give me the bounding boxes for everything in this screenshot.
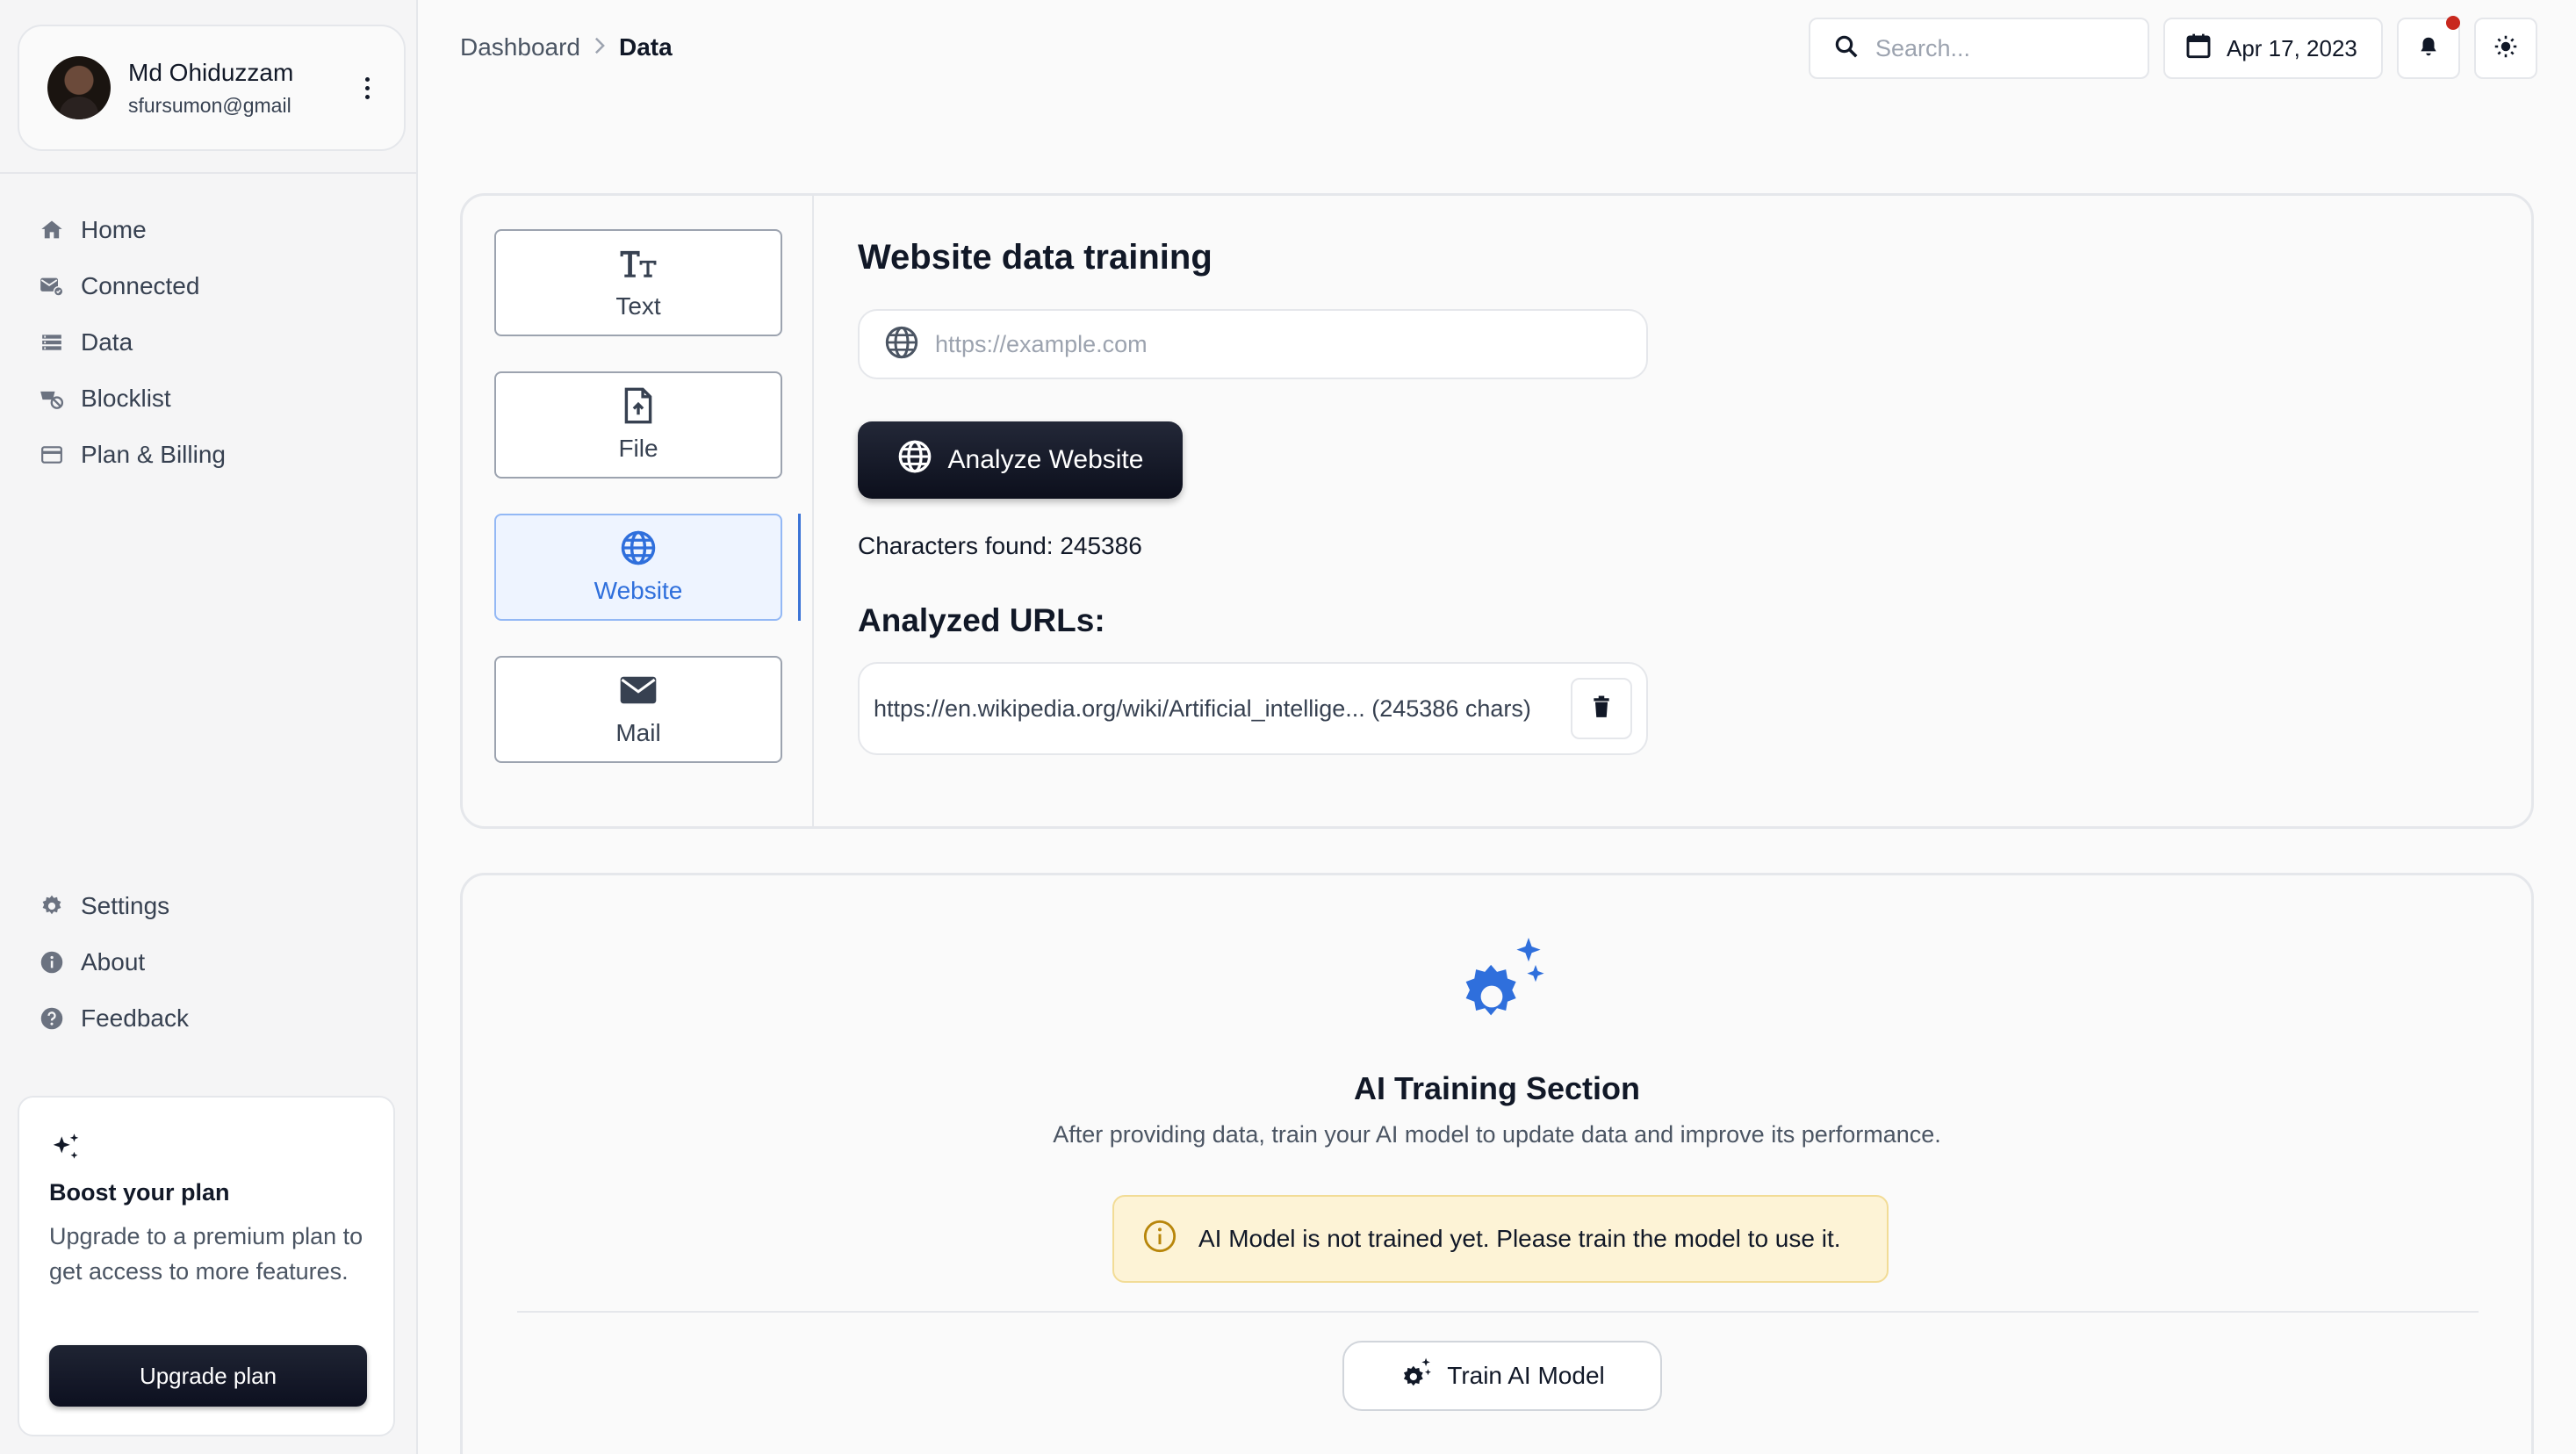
billing-icon	[39, 442, 65, 468]
alert-text: AI Model is not trained yet. Please trai…	[1198, 1225, 1841, 1252]
notification-dot	[2446, 16, 2460, 30]
sidebar-item-home[interactable]: Home	[39, 202, 226, 258]
sidebar-item-data[interactable]: Data	[39, 314, 226, 371]
home-icon	[39, 217, 65, 243]
ai-training-card: AI Training Section After providing data…	[460, 873, 2534, 1454]
sidebar-item-label: Plan & Billing	[81, 441, 226, 468]
analyzed-url-row: https://en.wikipedia.org/wiki/Artificial…	[858, 662, 1648, 755]
profile-email: sfursumon@gmail	[128, 93, 291, 117]
active-tab-indicator	[798, 514, 801, 621]
sidebar-divider	[0, 172, 418, 174]
topbar: Apr 17, 2023	[1809, 16, 2537, 79]
data-training-card: Text File Website Mail Website data trai…	[460, 193, 2534, 829]
sidebar-item-label: Settings	[81, 892, 170, 919]
notifications-button[interactable]	[2397, 16, 2460, 79]
sparkles-icon	[49, 1131, 363, 1169]
globe-icon	[897, 439, 932, 481]
analyzed-urls-title: Analyzed URLs:	[858, 602, 1105, 638]
search-box[interactable]	[1809, 18, 2149, 79]
profile-text: Md Ohiduzzam sfursumon@gmail	[128, 59, 356, 118]
boost-description: Upgrade to a premium plan to get access …	[49, 1223, 363, 1285]
avatar	[47, 56, 111, 119]
date-picker-button[interactable]: Apr 17, 2023	[2163, 18, 2383, 79]
train-ai-model-button[interactable]: Train AI Model	[1342, 1341, 1662, 1411]
chevron-right-icon	[593, 34, 607, 61]
mail-icon	[619, 672, 658, 709]
globe-icon	[620, 529, 657, 566]
sidebar-item-label: Home	[81, 216, 147, 243]
file-upload-icon	[623, 387, 653, 424]
ai-gear-icon	[1400, 1357, 1433, 1396]
analyze-button-label: Analyze Website	[947, 445, 1144, 474]
train-button-label: Train AI Model	[1447, 1362, 1605, 1389]
delete-url-button[interactable]	[1571, 678, 1632, 739]
theme-toggle-button[interactable]	[2474, 18, 2537, 79]
analyzed-url-text: https://en.wikipedia.org/wiki/Artificial…	[874, 695, 1531, 722]
breadcrumb: Dashboard Data	[460, 33, 673, 61]
tab-mail[interactable]: Mail	[494, 656, 782, 763]
ai-gear-icon	[1450, 935, 1548, 1038]
tab-file[interactable]: File	[494, 371, 782, 479]
tab-text[interactable]: Text	[494, 229, 782, 336]
main-content: Dashboard Data Apr 17, 2023	[418, 0, 2576, 1454]
help-icon	[39, 1005, 65, 1032]
gear-icon	[39, 893, 65, 919]
boost-title: Boost your plan	[49, 1179, 230, 1206]
characters-found: Characters found: 245386	[858, 532, 1142, 559]
upgrade-plan-button[interactable]: Upgrade plan	[49, 1345, 367, 1407]
calendar-icon	[2184, 32, 2213, 66]
sidebar-item-label: About	[81, 948, 146, 975]
tab-label: File	[618, 435, 658, 462]
tab-website[interactable]: Website	[494, 514, 782, 621]
sidebar-item-label: Blocklist	[81, 385, 171, 412]
tab-label: Mail	[615, 719, 661, 746]
bell-icon	[2417, 34, 2440, 63]
ai-training-title: AI Training Section	[1353, 1070, 1641, 1106]
profile-card[interactable]: Md Ohiduzzam sfursumon@gmail	[18, 25, 406, 151]
breadcrumb-dashboard-link[interactable]: Dashboard	[460, 33, 580, 61]
sidebar: Md Ohiduzzam sfursumon@gmail Home Connec…	[0, 0, 418, 1454]
sidebar-item-billing[interactable]: Plan & Billing	[39, 427, 226, 483]
sidebar-nav-bottom: Settings About Feedback	[39, 878, 189, 1047]
sidebar-item-connected[interactable]: Connected	[39, 258, 226, 314]
info-icon	[39, 949, 65, 975]
globe-icon	[884, 325, 919, 364]
sidebar-item-label: Data	[81, 328, 133, 356]
sidebar-item-label: Feedback	[81, 1004, 189, 1032]
boost-plan-card: Boost your plan Upgrade to a premium pla…	[18, 1096, 395, 1436]
sidebar-item-blocklist[interactable]: Blocklist	[39, 371, 226, 427]
url-input[interactable]	[935, 330, 1620, 358]
url-field[interactable]	[858, 309, 1648, 379]
text-size-icon	[619, 245, 658, 282]
panel-title: Website data training	[858, 238, 1212, 277]
training-source-tabs: Text File Website Mail	[463, 196, 814, 826]
date-label: Apr 17, 2023	[2227, 34, 2357, 61]
sun-icon	[2493, 34, 2518, 63]
sidebar-item-about[interactable]: About	[39, 934, 189, 990]
trash-icon	[1592, 695, 1611, 723]
data-icon	[39, 329, 65, 356]
breadcrumb-current: Data	[618, 33, 673, 61]
sidebar-item-label: Connected	[81, 272, 200, 299]
search-input[interactable]	[1875, 34, 2130, 62]
analyze-website-button[interactable]: Analyze Website	[858, 421, 1183, 499]
connected-icon	[39, 273, 65, 299]
profile-name: Md Ohiduzzam	[128, 58, 294, 86]
app-root: Md Ohiduzzam sfursumon@gmail Home Connec…	[0, 0, 2576, 1454]
info-icon	[1142, 1219, 1177, 1260]
tab-label: Text	[615, 292, 661, 320]
search-icon	[1833, 33, 1860, 64]
ai-training-description: After providing data, train your AI mode…	[1053, 1121, 1941, 1148]
divider	[517, 1311, 2479, 1313]
tab-label: Website	[594, 577, 683, 604]
sidebar-nav-top: Home Connected Data Blocklist Plan & Bil…	[39, 202, 226, 483]
model-status-alert: AI Model is not trained yet. Please trai…	[1112, 1195, 1889, 1283]
blocklist-icon	[39, 385, 65, 412]
sidebar-item-feedback[interactable]: Feedback	[39, 990, 189, 1047]
website-training-panel: Website data training Analyze Website Ch…	[814, 196, 2531, 826]
more-options-icon[interactable]	[356, 76, 378, 99]
sidebar-item-settings[interactable]: Settings	[39, 878, 189, 934]
